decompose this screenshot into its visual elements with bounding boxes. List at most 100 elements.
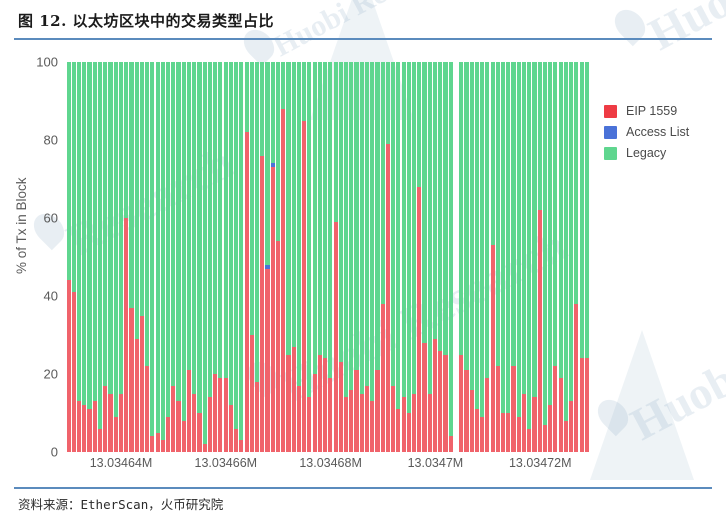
bar-segment-eip-1559 [579,358,584,452]
bar-segment-legacy [323,62,328,359]
legend-item-eip-1559[interactable]: EIP 1559 [604,104,689,118]
bar-segment-eip-1559 [192,393,197,452]
bar-segment-eip-1559 [380,303,385,452]
bar-segment-legacy [176,62,181,402]
bar-segment-legacy [579,62,584,359]
bar-segment-eip-1559 [213,374,218,452]
bar-segment-eip-1559 [443,354,448,452]
bar-segment-eip-1559 [532,397,537,452]
bar-segment-legacy [448,62,453,437]
bar-segment-eip-1559 [234,428,239,452]
y-axis-tick-label: 40 [43,288,58,304]
bar-segment-eip-1559 [281,108,286,452]
bar-segment-legacy [438,62,443,351]
bar-segment-eip-1559 [155,432,160,452]
bar-segment-eip-1559 [166,416,171,452]
bar-segment-eip-1559 [469,389,474,452]
bar-segment-legacy [213,62,218,374]
bar-segment-legacy [359,62,364,394]
bar-segment-legacy [296,62,301,386]
bar-segment-eip-1559 [396,409,401,452]
bar-segment-eip-1559 [97,428,103,452]
bar-segment-eip-1559 [134,338,139,452]
bar-segment-eip-1559 [66,280,71,452]
bar-segment-eip-1559 [176,401,181,452]
bar-segment-eip-1559 [527,428,532,452]
bar-segment-legacy [584,62,589,359]
bar-segment-legacy [108,62,113,394]
bar-segment-eip-1559 [548,405,553,452]
bar-segment-legacy [234,62,239,429]
bar-segment-legacy [312,62,317,374]
bar-segment-eip-1559 [417,186,422,452]
legend-label-access-list: Access List [626,125,690,139]
bar-segment-eip-1559 [124,218,129,452]
bar-segment-legacy [338,62,343,363]
bar-segment-eip-1559 [92,401,97,452]
bar-segment-eip-1559 [302,120,307,452]
bar-segment-legacy [506,62,511,413]
bar-segment-eip-1559 [584,358,589,452]
bar-segment-eip-1559 [160,440,165,452]
bar-segment-legacy [532,62,537,398]
bar-segment-legacy [328,62,333,378]
footer-divider [14,487,712,489]
bar-segment-eip-1559 [495,366,500,452]
y-axis-tick-label: 80 [43,132,58,148]
bar-segment-eip-1559 [186,370,192,452]
bar-segment-eip-1559 [171,385,176,452]
bar-segment-eip-1559 [391,385,396,452]
bar-segment-legacy [129,62,134,308]
bar-segment-eip-1559 [286,354,291,452]
bar-segment-legacy [537,62,542,211]
bar-segment-legacy [265,62,270,265]
bar-segment-legacy [207,62,213,398]
bar-segment-legacy [302,62,307,121]
bar-segment-eip-1559 [354,370,359,452]
bar-segment-legacy [218,62,223,378]
bar-segment-legacy [343,62,349,398]
bar-segment-legacy [574,62,579,304]
bar-segment-legacy [134,62,139,339]
bar-segment-eip-1559 [239,440,244,452]
bar-segment-eip-1559 [113,416,118,452]
bar-segment-legacy [71,62,76,293]
bar-segment-eip-1559 [511,366,516,452]
bar-segment-legacy [553,62,558,367]
bar-segment-legacy [139,62,144,316]
bar-segment-eip-1559 [202,444,207,452]
header-divider [14,38,712,40]
bar-segment-legacy [150,62,155,437]
bar-segment-eip-1559 [563,420,568,452]
bar-segment-legacy [260,62,265,156]
bar-segment-legacy [202,62,207,445]
y-axis-tick-label: 100 [36,54,58,70]
bar-segment-eip-1559 [275,241,281,452]
legend-swatch-legacy [604,146,617,160]
bar-segment-legacy [186,62,192,371]
bar-segment-eip-1559 [364,385,370,452]
bar-segment-legacy [145,62,150,367]
bar-segment-legacy [124,62,129,218]
bar-segment-legacy [113,62,118,417]
bar-segment-legacy [87,62,92,410]
bar-segment-eip-1559 [223,377,228,452]
bar-segment-legacy [155,62,160,433]
bar-segment-eip-1559 [87,409,92,452]
bar-segment-eip-1559 [438,350,443,452]
bar-segment-legacy [118,62,124,394]
bar-segment-eip-1559 [401,397,406,452]
bar-segment-legacy [77,62,82,402]
legend-item-access-list[interactable]: Access List [604,125,689,139]
bar-segment-legacy [197,62,202,413]
bar-segment-legacy [380,62,385,304]
legend-item-legacy[interactable]: Legacy [604,146,689,160]
x-axis-tick-label: 13.0347M [407,456,464,470]
bar-segment-eip-1559 [323,358,328,452]
bar-segment-eip-1559 [521,393,527,452]
bar-segment-eip-1559 [139,315,144,452]
bar-segment-eip-1559 [181,420,186,452]
bar-segment-legacy [286,62,291,355]
bar-segment-legacy [349,62,354,390]
bar-segment-legacy [490,62,495,246]
